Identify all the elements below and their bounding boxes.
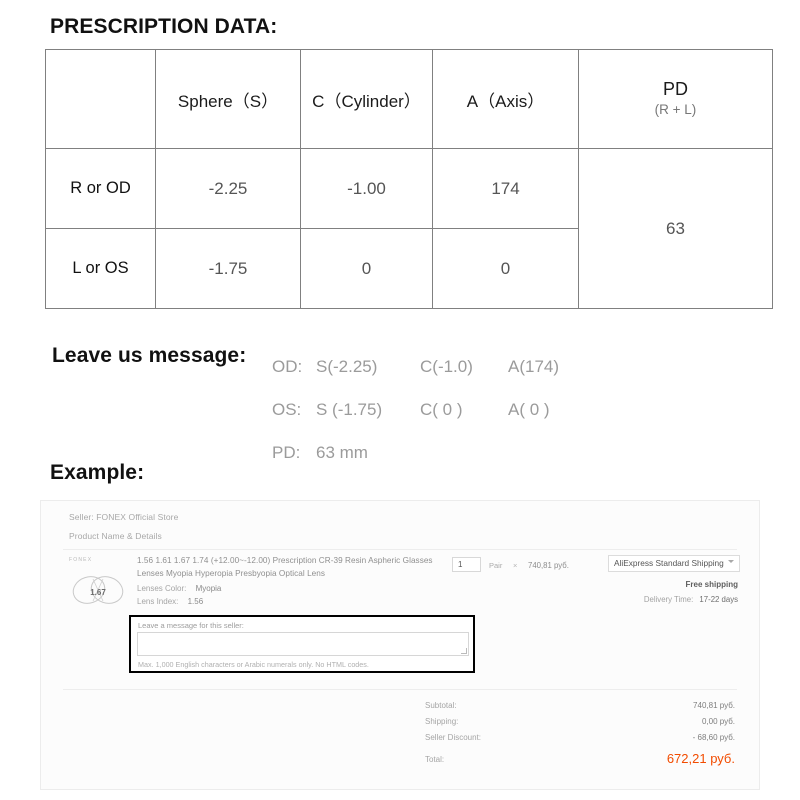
preview-od-axis: A(174) — [508, 357, 560, 376]
textarea-resize-handle[interactable] — [461, 648, 467, 654]
divider-bottom — [63, 689, 737, 690]
row-label-right-eye: R or OD — [45, 148, 156, 229]
total-label: Total: — [425, 755, 445, 764]
seller-message-highlight-box: Leave a message for this seller: OD:S(-2… — [129, 615, 475, 673]
header-pd-subtitle: (R + L) — [654, 102, 697, 118]
product-thumbnail[interactable]: FONEX 1.67 — [67, 557, 129, 613]
seller-message-textarea[interactable]: OD:S(-2.25) C(-1.0) A(174) OS:S(-1.75) C… — [137, 632, 469, 656]
leave-us-message-title: Leave us message: — [52, 344, 247, 367]
table-row: R or OD -2.25 -1.00 174 63 — [45, 148, 773, 309]
message-preview-line-pd: PD: 63 mm — [272, 431, 559, 474]
header-sphere: Sphere（S） — [155, 49, 301, 149]
preview-os-axis: A( 0 ) — [508, 400, 550, 419]
quantity-input[interactable]: 1 — [452, 557, 481, 572]
delivery-time: Delivery Time: 17-22 days — [644, 595, 738, 604]
message-preview-line-os: OS: S (-1.75) C( 0 ) A( 0 ) — [272, 388, 559, 431]
chevron-down-icon — [728, 560, 734, 563]
preview-os-cylinder: C( 0 ) — [420, 400, 463, 419]
attribute-label: Lenses Color: — [137, 584, 187, 593]
cell-right-cylinder: -1.00 — [300, 148, 433, 229]
cell-right-axis: 174 — [432, 148, 579, 229]
message-preview-line-od: OD: S(-2.25) C(-1.0) A(174) — [272, 345, 559, 388]
summary-value: 740,81 руб. — [693, 701, 735, 710]
delivery-time-value: 17-22 days — [699, 595, 738, 604]
preview-os-label: OS: — [272, 400, 302, 419]
thumbnail-index-badge: 1.67 — [90, 588, 106, 597]
header-pd-main: PD — [662, 78, 688, 99]
preview-od-label: OD: — [272, 357, 303, 376]
order-summary: Subtotal: 740,81 руб. Shipping: 0,00 руб… — [425, 701, 735, 777]
attribute-value: Myopia — [195, 584, 222, 593]
summary-row-total: Total: 672,21 руб. — [425, 751, 735, 777]
cell-right-sphere: -2.25 — [155, 148, 301, 229]
table-header-row: Sphere（S） C（Cylinder） A（Axis） PD (R + L) — [45, 49, 773, 149]
preview-pd-value: 63 mm — [316, 443, 368, 462]
free-shipping-badge: Free shipping — [685, 580, 738, 589]
summary-label: Shipping: — [425, 717, 459, 726]
cell-left-axis: 0 — [432, 228, 579, 309]
example-title: Example: — [50, 461, 145, 484]
page-title: PRESCRIPTION DATA: — [50, 15, 278, 38]
attribute-lenses-color: Lenses Color: Myopia — [137, 584, 221, 593]
seller-message-hint: Max. 1,000 English characters or Arabic … — [138, 660, 369, 669]
summary-row-subtotal: Subtotal: 740,81 руб. — [425, 701, 735, 717]
lens-icon: 1.67 — [72, 576, 124, 604]
shipping-method-label: AliExpress Standard Shipping — [614, 558, 724, 568]
thumbnail-brand-label: FONEX — [69, 557, 93, 563]
cell-left-cylinder: 0 — [300, 228, 433, 309]
row-label-left-eye: L or OS — [45, 228, 156, 309]
header-cylinder: C（Cylinder） — [300, 49, 433, 149]
attribute-label: Lens Index: — [137, 597, 179, 606]
product-title[interactable]: 1.56 1.61 1.67 1.74 (+12.00~-12.00) Pres… — [137, 555, 437, 580]
divider-top — [63, 549, 737, 550]
summary-value: 0,00 руб. — [701, 717, 735, 726]
header-corner-cell — [45, 49, 156, 149]
header-axis: A（Axis） — [432, 49, 579, 149]
cell-pd-value: 63 — [578, 148, 773, 309]
attribute-value: 1.56 — [187, 597, 204, 606]
seller-line: Seller: FONEX Official Store — [69, 512, 179, 522]
summary-value: - 68,60 руб. — [692, 733, 735, 742]
shipping-method-select[interactable]: AliExpress Standard Shipping — [608, 555, 740, 572]
preview-os-sphere: S (-1.75) — [316, 400, 383, 419]
product-name-details-header: Product Name & Details — [69, 531, 162, 541]
summary-label: Subtotal: — [425, 701, 457, 710]
message-preview-block: OD: S(-2.25) C(-1.0) A(174) OS: S (-1.75) C( … — [272, 345, 559, 474]
summary-row-shipping: Shipping: 0,00 руб. — [425, 717, 735, 733]
cell-left-sphere: -1.75 — [155, 228, 301, 309]
quantity-unit-label: Pair — [489, 561, 503, 570]
delivery-time-label: Delivery Time: — [643, 595, 694, 604]
unit-price: 740,81 руб. — [528, 561, 569, 570]
preview-od-cylinder: C(-1.0) — [420, 357, 473, 376]
prescription-data-table: Sphere（S） C（Cylinder） A（Axis） PD (R + L)… — [45, 49, 773, 309]
attribute-lens-index: Lens Index: 1.56 — [137, 597, 203, 606]
preview-pd-label: PD: — [272, 443, 301, 462]
header-pd: PD (R + L) — [578, 49, 773, 149]
summary-label: Seller Discount: — [425, 733, 482, 742]
multiply-symbol: × — [513, 561, 518, 570]
seller-message-label: Leave a message for this seller: — [138, 621, 244, 630]
preview-od-sphere: S(-2.25) — [316, 357, 378, 376]
example-screenshot-card: Seller: FONEX Official Store Product Nam… — [40, 500, 760, 790]
total-value: 672,21 руб. — [666, 751, 735, 766]
summary-row-seller-discount: Seller Discount: - 68,60 руб. — [425, 733, 735, 749]
